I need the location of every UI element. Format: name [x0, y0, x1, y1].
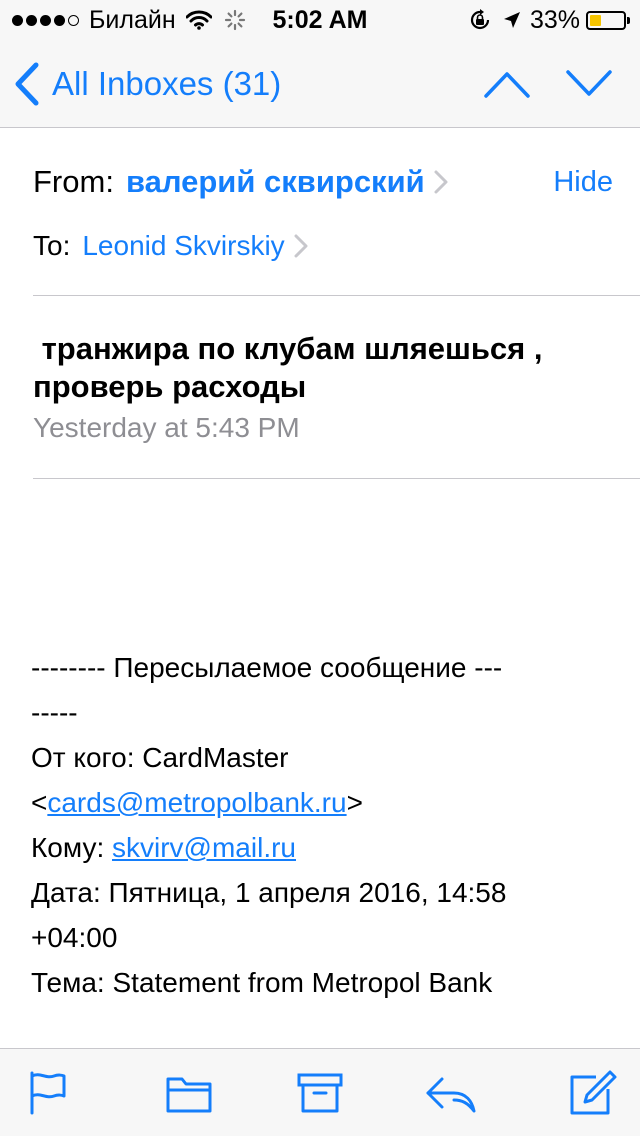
forward-header-line: -------- Пересылаемое сообщение ---: [31, 652, 503, 683]
reply-button[interactable]: [424, 1069, 476, 1117]
angle-close: >: [346, 787, 363, 818]
from-row: From: валерий сквирский Hide: [33, 160, 613, 204]
forward-from-line: От кого: CardMaster: [31, 742, 289, 773]
navigation-bar: All Inboxes (31): [0, 40, 640, 128]
chevron-down-icon: [566, 70, 612, 96]
reply-icon: [426, 1077, 476, 1113]
angle-open: <: [31, 787, 48, 818]
message-body: -------- Пересылаемое сообщение --- ----…: [31, 645, 616, 1005]
forward-date-line: Дата: Пятница, 1 апреля 2016, 14:58: [31, 877, 507, 908]
to-label: To:: [33, 230, 71, 261]
forward-subject-line: Тема: Statement from Metropol Bank: [31, 967, 493, 998]
flag-button[interactable]: [22, 1069, 72, 1117]
move-to-folder-button[interactable]: [164, 1069, 214, 1117]
chevron-right-icon: [434, 170, 448, 194]
back-button-label: All Inboxes (31): [52, 65, 282, 102]
forward-header-line: -----: [31, 697, 78, 728]
archive-icon: [297, 1073, 343, 1113]
location-arrow-icon: [503, 12, 520, 28]
battery-percent: 33%: [529, 5, 580, 34]
to-row: To: Leonid Skvirskiy: [33, 226, 309, 266]
bottom-toolbar: [0, 1048, 640, 1136]
header-divider: [33, 295, 640, 296]
status-right: 33%: [468, 5, 630, 34]
forward-date-line: +04:00: [31, 922, 118, 953]
flag-icon: [30, 1071, 66, 1115]
recipient-email-link[interactable]: skvirv@mail.ru: [112, 832, 296, 863]
chevron-up-icon: [484, 72, 530, 98]
hide-details-button[interactable]: Hide: [553, 166, 613, 199]
sender-email-link[interactable]: cards@metropolbank.ru: [47, 787, 346, 818]
forward-to-line: Кому: skvirv@mail.ru: [31, 825, 616, 870]
message-date: Yesterday at 5:43 PM: [33, 412, 300, 443]
folder-icon: [166, 1077, 212, 1113]
orientation-lock-icon: [470, 9, 490, 30]
status-bar: Билайн 5:02 AM 33%: [0, 0, 640, 40]
from-label: From:: [33, 164, 114, 199]
chevron-left-icon: [15, 62, 39, 106]
chevron-right-icon: [294, 234, 308, 258]
compose-icon: [570, 1070, 617, 1115]
archive-button[interactable]: [295, 1069, 345, 1117]
previous-message-button[interactable]: [482, 64, 532, 104]
back-button[interactable]: All Inboxes (31): [14, 62, 281, 106]
forward-from-email-line: <cards@metropolbank.ru>: [31, 780, 616, 825]
message-subject: транжира по клубам шляешься , проверь рас…: [33, 330, 613, 406]
subject-divider: [33, 478, 640, 479]
to-prefix: Кому:: [31, 832, 113, 863]
recipient-name[interactable]: Leonid Skvirskiy: [82, 230, 284, 262]
subject-line: проверь расходы: [33, 369, 307, 404]
battery-icon: [586, 10, 630, 30]
compose-button[interactable]: [566, 1069, 617, 1117]
battery-level: [590, 14, 601, 26]
next-message-button[interactable]: [564, 64, 614, 104]
sender-name[interactable]: валерий сквирский: [126, 164, 425, 200]
subject-line: транжира по клубам шляешься ,: [33, 331, 543, 366]
